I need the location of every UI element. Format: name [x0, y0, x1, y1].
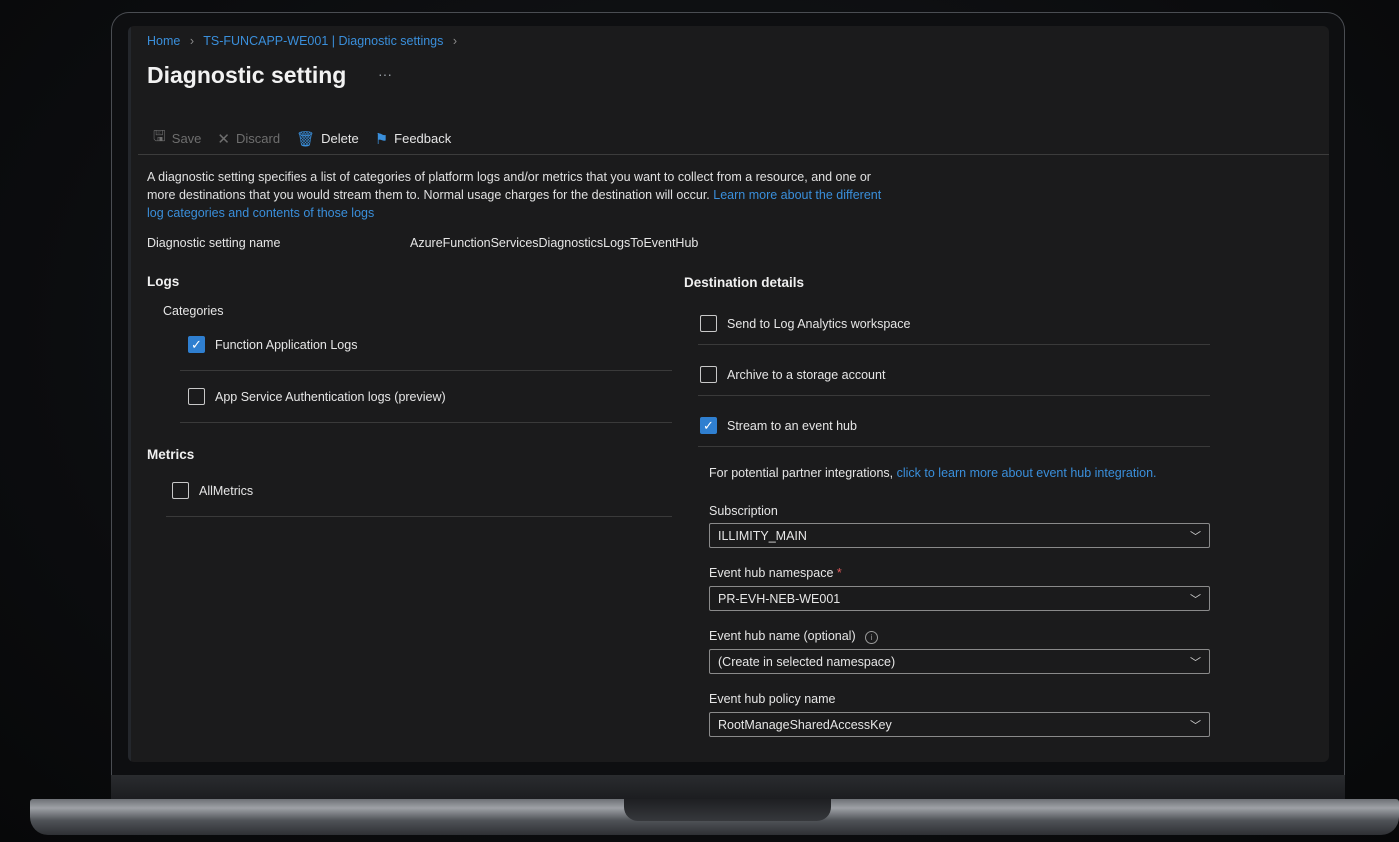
destination-option-label: Stream to an event hub	[727, 418, 857, 433]
log-category-function-app[interactable]: ✓ Function Application Logs	[188, 336, 357, 353]
namespace-value: PR-EVH-NEB-WE001	[718, 591, 841, 606]
event-hub-policy-dropdown[interactable]: RootManageSharedAccessKey ﹀	[709, 712, 1210, 737]
breadcrumb: Home › TS-FUNCAPP-WE001 | Diagnostic set…	[147, 34, 463, 48]
metrics-heading: Metrics	[147, 447, 195, 462]
delete-button[interactable]: 🗑 Delete	[296, 130, 359, 148]
chevron-down-icon: ﹀	[1190, 719, 1201, 732]
divider	[698, 344, 1210, 345]
destination-storage-account[interactable]: Archive to a storage account	[700, 366, 885, 383]
feedback-button[interactable]: ⚑ Feedback	[375, 130, 452, 148]
namespace-label: Event hub namespace *	[709, 566, 842, 580]
divider	[180, 422, 672, 423]
breadcrumb-home[interactable]: Home	[147, 34, 180, 48]
policy-value: RootManageSharedAccessKey	[718, 717, 892, 732]
chevron-down-icon: ﹀	[1190, 530, 1201, 543]
checkbox-icon[interactable]	[188, 388, 205, 405]
hub-name-label: Event hub name (optional) i	[709, 629, 879, 644]
trash-icon: 🗑	[296, 130, 316, 148]
logs-heading: Logs	[147, 274, 180, 289]
discard-button[interactable]: ✕ Discard	[217, 130, 280, 148]
laptop-notch	[624, 799, 831, 821]
save-label: Save	[171, 131, 202, 146]
subscription-label: Subscription	[709, 504, 778, 518]
command-bar: 🖫 Save ✕ Discard 🗑 Delete ⚑ Feedback	[153, 126, 451, 151]
laptop-bezel-bottom	[111, 775, 1345, 799]
partner-text: For potential partner integrations,	[709, 466, 894, 480]
more-options-icon[interactable]: ···	[378, 66, 392, 82]
metric-allmetrics[interactable]: AllMetrics	[172, 482, 253, 499]
destination-log-analytics[interactable]: Send to Log Analytics workspace	[700, 315, 910, 332]
required-marker: *	[836, 566, 842, 580]
event-hub-integration-link[interactable]: click to learn more about event hub inte…	[897, 466, 1157, 480]
chevron-down-icon: ﹀	[1190, 593, 1201, 606]
log-category-app-service-auth[interactable]: App Service Authentication logs (preview…	[188, 388, 446, 405]
save-icon: 🖫	[153, 128, 166, 145]
destination-event-hub[interactable]: ✓ Stream to an event hub	[700, 417, 857, 434]
subscription-dropdown[interactable]: ILLIMITY_MAIN ﹀	[709, 523, 1210, 548]
toolbar-divider	[138, 154, 1329, 155]
setting-name-value: AzureFunctionServicesDiagnosticsLogsToEv…	[410, 236, 699, 250]
namespace-label-text: Event hub namespace	[709, 566, 834, 580]
checkbox-icon[interactable]	[172, 482, 189, 499]
checkbox-checked-icon[interactable]: ✓	[700, 417, 717, 434]
feedback-label: Feedback	[394, 131, 452, 146]
categories-label: Categories	[163, 304, 224, 318]
partner-integration-text: For potential partner integrations, clic…	[709, 466, 1157, 480]
page-title: Diagnostic setting	[147, 62, 347, 88]
chevron-down-icon: ﹀	[1190, 656, 1201, 669]
metric-label: AllMetrics	[199, 483, 254, 498]
delete-label: Delete	[321, 131, 359, 146]
chevron-right-icon: ›	[452, 34, 458, 48]
breadcrumb-resource[interactable]: TS-FUNCAPP-WE001 | Diagnostic settings	[203, 34, 443, 48]
destination-heading: Destination details	[684, 275, 805, 290]
save-button[interactable]: 🖫 Save	[153, 126, 201, 151]
close-icon: ✕	[217, 130, 230, 148]
feedback-icon: ⚑	[374, 130, 389, 148]
diagnostic-setting-page: Home › TS-FUNCAPP-WE001 | Diagnostic set…	[128, 26, 1329, 762]
checkbox-icon[interactable]	[700, 366, 717, 383]
policy-label: Event hub policy name	[709, 692, 836, 706]
destination-option-label: Send to Log Analytics workspace	[727, 316, 911, 331]
discard-label: Discard	[236, 131, 281, 146]
info-icon[interactable]: i	[865, 631, 879, 644]
chevron-right-icon: ›	[189, 34, 194, 48]
destination-option-label: Archive to a storage account	[727, 367, 886, 382]
divider	[166, 516, 672, 517]
divider	[698, 446, 1210, 447]
setting-name-label: Diagnostic setting name	[147, 236, 281, 250]
hub-name-label-text: Event hub name (optional)	[709, 629, 856, 643]
log-category-label: App Service Authentication logs (preview…	[215, 389, 446, 404]
description: A diagnostic setting specifies a list of…	[147, 168, 887, 222]
checkbox-checked-icon[interactable]: ✓	[188, 336, 205, 353]
divider	[180, 370, 672, 371]
laptop-screen: Home › TS-FUNCAPP-WE001 | Diagnostic set…	[128, 26, 1329, 762]
event-hub-name-dropdown[interactable]: (Create in selected namespace) ﹀	[709, 649, 1210, 674]
subscription-value: ILLIMITY_MAIN	[718, 528, 807, 543]
event-hub-namespace-dropdown[interactable]: PR-EVH-NEB-WE001 ﹀	[709, 586, 1210, 611]
hub-name-value: (Create in selected namespace)	[718, 654, 896, 669]
checkbox-icon[interactable]	[700, 315, 717, 332]
divider	[698, 395, 1210, 396]
log-category-label: Function Application Logs	[215, 337, 358, 352]
